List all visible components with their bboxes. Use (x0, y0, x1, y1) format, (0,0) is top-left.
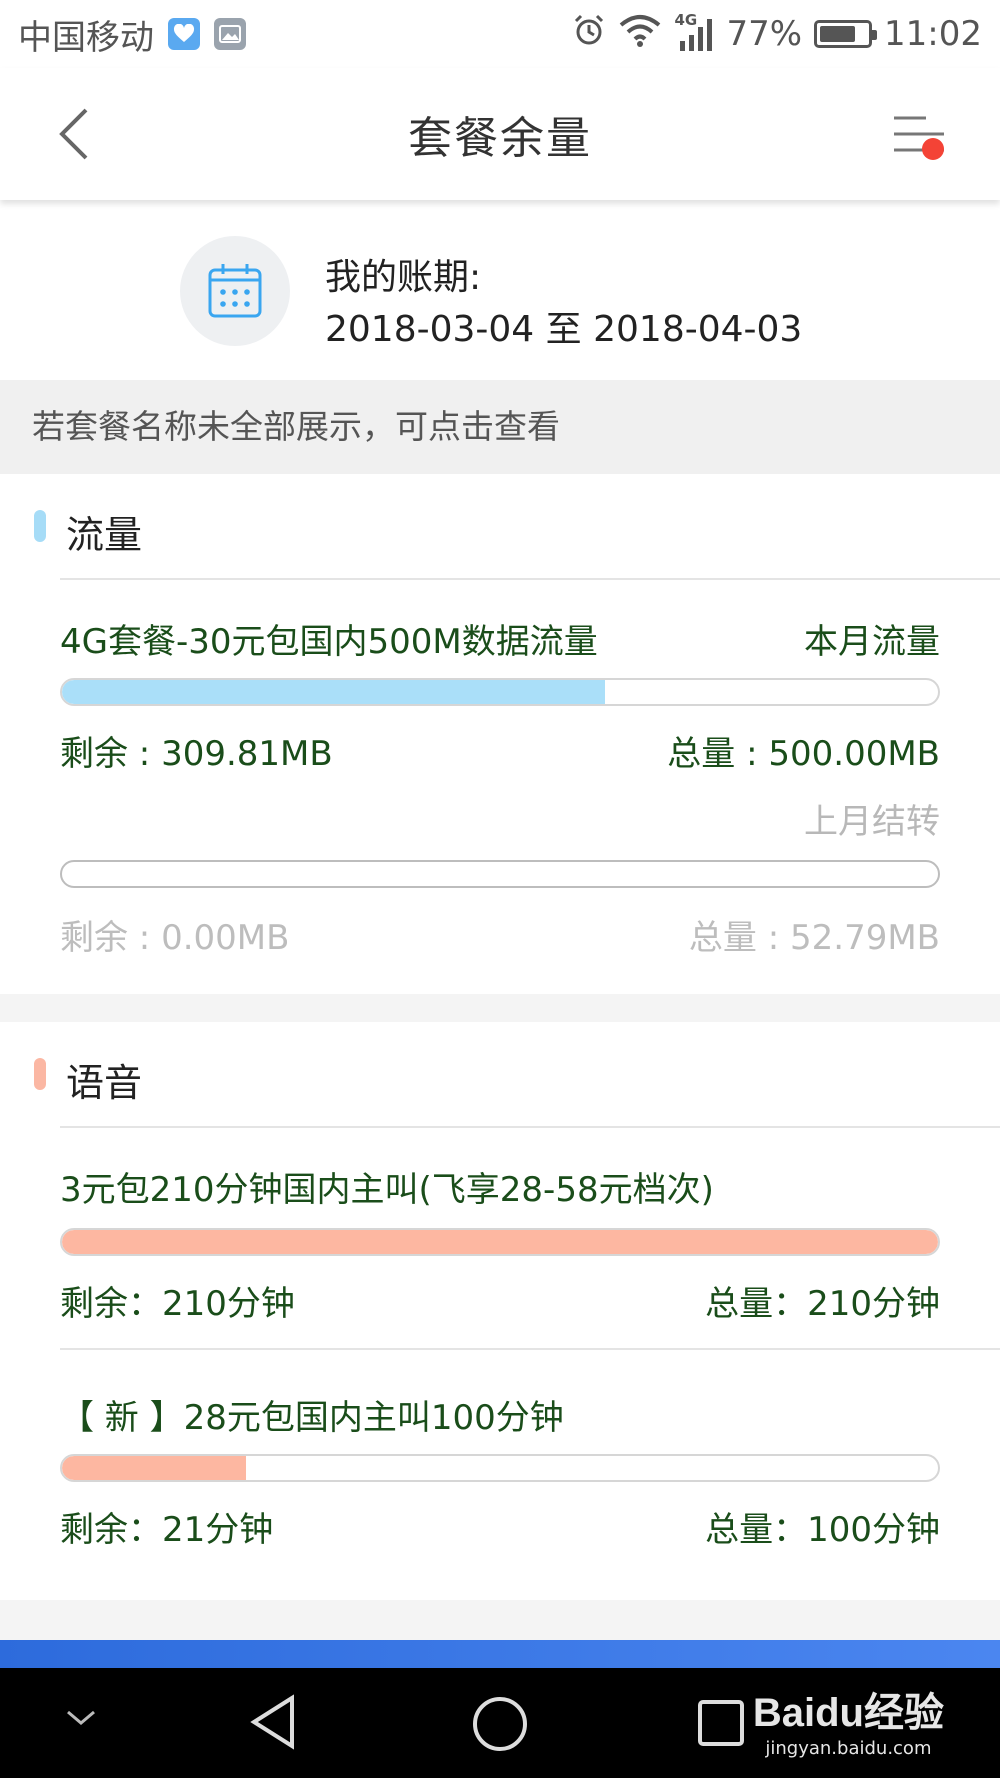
package-tag: 本月流量 (804, 622, 940, 662)
triangle-back-icon (250, 1694, 294, 1750)
system-back-button[interactable] (246, 1692, 300, 1756)
total-value: 总量：210分钟 (705, 1284, 940, 1324)
billing-period-label: 我的账期: (325, 257, 482, 298)
watermark: Baidu经验 jingyan.baidu.com (753, 1680, 944, 1759)
voice-package-item[interactable]: 【 新 】28元包国内主叫100分钟 剩余：21分钟 总量：100分钟 (60, 1390, 940, 1560)
divider (60, 578, 1000, 580)
watermark-logo: Baidu经验 (752, 1691, 944, 1735)
signal-icon: 4G (674, 11, 714, 53)
health-app-icon (168, 18, 200, 50)
data-section-title: 流量 (66, 513, 143, 557)
voice-package-item[interactable]: 3元包210分钟国内主叫(飞享28-58元档次) 剩余：210分钟 总量：210… (60, 1162, 940, 1324)
section-marker (34, 1058, 46, 1090)
progress-fill (62, 1456, 246, 1480)
system-recents-button[interactable] (696, 1698, 746, 1752)
status-bar: 中国移动 4G 77% 11:02 (0, 0, 1000, 68)
bottom-action-strip[interactable] (0, 1640, 1000, 1670)
menu-button[interactable] (888, 104, 952, 164)
remaining-value: 剩余 : 309.81MB (60, 734, 333, 774)
package-name: 【 新 】28元包国内主叫100分钟 (60, 1398, 564, 1438)
back-button[interactable] (52, 104, 112, 164)
progress-bar (60, 1454, 940, 1482)
package-name: 3元包210分钟国内主叫(飞享28-58元档次) (60, 1170, 714, 1210)
billing-period-card: 我的账期: 2018-03-04 至 2018-04-03 (0, 200, 1000, 380)
progress-bar (60, 678, 940, 706)
voice-section: 语音 3元包210分钟国内主叫(飞享28-58元档次) 剩余：210分钟 总量：… (0, 1022, 1000, 1600)
gallery-app-icon (214, 18, 246, 50)
hide-keyboard-button[interactable] (64, 1708, 98, 1732)
data-package-item[interactable]: 4G套餐-30元包国内500M数据流量 本月流量 剩余 : 309.81MB 总… (60, 614, 940, 974)
circle-home-icon (473, 1697, 527, 1751)
progress-fill (62, 680, 606, 704)
data-section-header: 流量 (0, 474, 1000, 579)
total-value: 总量 : 500.00MB (667, 734, 940, 774)
divider (60, 1348, 1000, 1350)
calendar-icon (180, 236, 290, 346)
progress-fill (62, 1230, 938, 1254)
alarm-icon (572, 13, 606, 56)
section-marker (34, 510, 46, 542)
progress-bar (60, 1228, 940, 1256)
divider (60, 1126, 1000, 1128)
battery-percent: 77% (726, 14, 803, 54)
remaining-value: 剩余 : 0.00MB (60, 918, 290, 958)
billing-period-dates: 2018-03-04 至 2018-04-03 (325, 309, 803, 350)
chevron-left-icon (59, 108, 88, 160)
package-tag: 上月结转 (804, 802, 940, 842)
page-title: 套餐余量 (408, 113, 592, 164)
total-value: 总量 : 52.79MB (688, 918, 940, 958)
data-section: 流量 4G套餐-30元包国内500M数据流量 本月流量 剩余 : 309.81M… (0, 474, 1000, 994)
notification-dot (922, 138, 944, 160)
square-recents-icon (698, 1700, 744, 1746)
remaining-value: 剩余：21分钟 (60, 1510, 274, 1550)
progress-bar (60, 860, 940, 888)
remaining-value: 剩余：210分钟 (60, 1284, 295, 1324)
carrier-name: 中国移动 (18, 17, 154, 58)
chevron-down-icon (67, 1710, 95, 1725)
clock: 11:02 (884, 14, 982, 54)
battery-level (820, 26, 856, 42)
menu-icon (894, 116, 944, 152)
system-home-button[interactable] (470, 1694, 530, 1758)
voice-section-title: 语音 (66, 1061, 143, 1105)
voice-section-header: 语音 (0, 1022, 1000, 1127)
nav-bar: 套餐余量 (0, 68, 1000, 200)
total-value: 总量：100分钟 (705, 1510, 940, 1550)
wifi-icon (618, 13, 662, 56)
battery-icon (814, 20, 878, 48)
hint-text: 若套餐名称未全部展示，可点击查看 (0, 380, 1000, 474)
package-name: 4G套餐-30元包国内500M数据流量 (60, 622, 598, 662)
watermark-url: jingyan.baidu.com (765, 1738, 932, 1759)
